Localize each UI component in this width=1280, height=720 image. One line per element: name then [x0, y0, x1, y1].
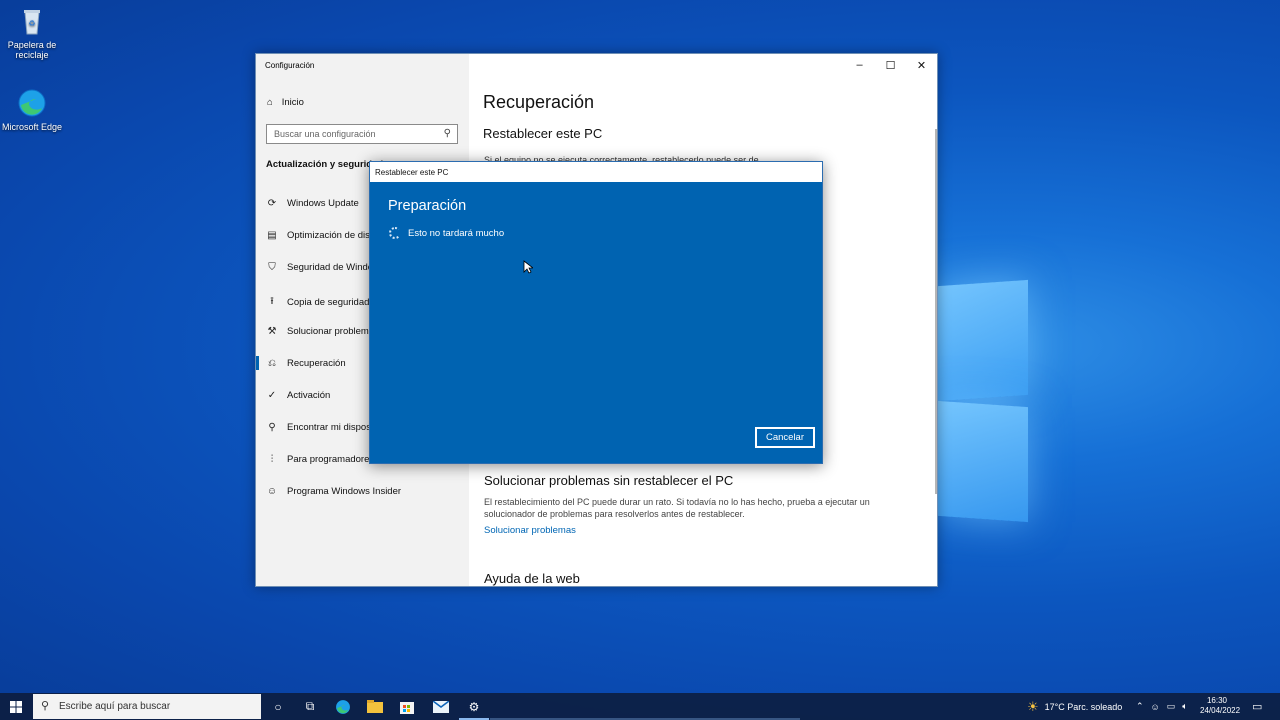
sidebar-item-activation[interactable]: ✓ Activación: [266, 390, 331, 401]
sidebar-item-troubleshoot[interactable]: ⚒ Solucionar problemas: [266, 326, 379, 337]
notification-icon[interactable]: ▭: [1252, 693, 1262, 720]
dialog-title: Restablecer este PC: [370, 162, 822, 182]
people-icon[interactable]: ☺: [1151, 702, 1160, 712]
sidebar-item-label: Activación: [287, 390, 331, 401]
close-icon[interactable]: ✕: [906, 54, 937, 76]
sync-icon: ⟳: [267, 198, 277, 209]
clock-time: 16:30: [1206, 696, 1228, 705]
sidebar-item-label: Programa Windows Insider: [287, 486, 402, 497]
sidebar-item-developers[interactable]: ⫶ Para programadores: [266, 454, 374, 465]
mouse-cursor-icon: [523, 260, 533, 274]
desktop-icon-label: Microsoft Edge: [1, 122, 63, 132]
sidebar-item-backup[interactable]: ⭱ Copia de seguridad: [266, 294, 369, 311]
search-icon: ⚲: [443, 128, 451, 139]
sidebar-item-label: Para programadores: [287, 454, 375, 465]
network-icon[interactable]: ▭: [1167, 701, 1176, 712]
active-indicator: [256, 356, 259, 370]
file-explorer-icon[interactable]: [360, 693, 390, 720]
windows-logo-icon: [10, 700, 22, 713]
task-view-icon[interactable]: ⧉: [295, 693, 325, 720]
page-title: Recuperación: [483, 92, 595, 112]
start-button[interactable]: [0, 693, 32, 720]
taskbar-search-input[interactable]: ⚲ Escribe aquí para buscar: [33, 694, 261, 719]
dialog-message: Esto no tardará mucho: [408, 228, 505, 239]
sidebar-item-label: Recuperación: [287, 358, 346, 369]
recycle-bin-icon: ♻: [17, 6, 47, 36]
section-heading: Actualización y seguridad: [266, 159, 384, 170]
desktop-icon-recycle-bin[interactable]: ♻ Papelera de reciclaje: [0, 6, 64, 60]
reset-pc-heading: Restablecer este PC: [483, 126, 603, 141]
clock[interactable]: 16:30 24/04/2022: [1200, 696, 1241, 716]
delivery-icon: ▤: [267, 230, 277, 241]
troubleshoot-link[interactable]: Solucionar problemas: [484, 525, 576, 536]
sidebar-item-label: Copia de seguridad: [287, 297, 370, 308]
desktop-icon-label: Papelera de reciclaje: [7, 40, 57, 60]
home-icon: ⌂: [267, 97, 273, 108]
sliders-icon: ⫶: [270, 454, 274, 465]
reset-pc-dialog: Restablecer este PC Preparación Esto no …: [369, 161, 823, 464]
search-placeholder: Buscar una configuración: [274, 129, 376, 139]
window-title: Configuración: [265, 61, 315, 70]
sidebar-item-label: Windows Update: [287, 198, 359, 209]
mail-icon[interactable]: [426, 693, 456, 720]
loading-spinner-icon: [389, 227, 401, 239]
minimize-icon[interactable]: –: [844, 54, 875, 76]
edge-taskbar-icon[interactable]: [328, 693, 358, 720]
store-icon[interactable]: [392, 693, 422, 720]
web-help-heading: Ayuda de la web: [484, 571, 580, 586]
dialog-heading: Preparación: [388, 198, 467, 214]
svg-text:♻: ♻: [28, 19, 35, 28]
scrollbar[interactable]: [935, 129, 937, 494]
edge-icon: [17, 88, 47, 118]
volume-icon[interactable]: 🔈︎: [1182, 701, 1187, 712]
weather-sun-icon: ☀: [1027, 698, 1039, 714]
wrench-icon: ⚒: [267, 326, 277, 337]
chevron-up-icon[interactable]: ⌃: [1136, 701, 1144, 712]
search-icon: ⚲: [41, 700, 50, 712]
weather-text: 17°C Parc. soleado: [1044, 701, 1123, 712]
clock-date: 24/04/2022: [1200, 706, 1241, 715]
cancel-button[interactable]: Cancelar: [755, 427, 815, 448]
weather-widget[interactable]: ☀ 17°C Parc. soleado: [1027, 693, 1122, 720]
sidebar-item-recovery[interactable]: ⎌ Recuperación: [266, 358, 346, 369]
person-pin-icon: ⚲: [268, 422, 276, 433]
wallpaper-logo-bottom: [938, 400, 1028, 523]
window-controls: – ☐ ✕: [844, 54, 937, 76]
insider-icon: ☺: [266, 486, 278, 497]
sidebar-item-windows-update[interactable]: ⟳ Windows Update: [266, 198, 359, 209]
settings-gear-icon[interactable]: ⚙: [459, 693, 489, 720]
maximize-icon[interactable]: ☐: [875, 54, 906, 76]
shield-icon: ⛉: [268, 262, 276, 273]
wallpaper-logo-top: [938, 279, 1028, 402]
desktop-icon-edge[interactable]: Microsoft Edge: [0, 88, 64, 132]
cortana-icon[interactable]: ○: [263, 693, 293, 720]
sidebar-item-insider[interactable]: ☺ Programa Windows Insider: [266, 486, 401, 497]
nav-home[interactable]: ⌂ Inicio: [267, 97, 304, 108]
taskbar: ⚲ Escribe aquí para buscar ○ ⧉ ⚙ ☀ 17°C …: [0, 693, 1280, 720]
troubleshoot-heading: Solucionar problemas sin restablecer el …: [484, 473, 734, 488]
tray-icons: ⌃ ☺ ▭ 🔈︎: [1136, 693, 1188, 720]
recovery-icon: ⎌: [268, 358, 276, 369]
troubleshoot-description: El restablecimiento del PC puede durar u…: [484, 497, 870, 519]
settings-search-input[interactable]: Buscar una configuración ⚲: [266, 124, 458, 144]
check-circle-icon: ✓: [267, 390, 277, 401]
sidebar-item-label: Solucionar problemas: [287, 326, 379, 337]
backup-arrow-icon: ⭱: [270, 296, 274, 307]
taskbar-search-placeholder: Escribe aquí para buscar: [59, 701, 171, 712]
sidebar-item-windows-security[interactable]: ⛉ Seguridad de Windows: [266, 262, 384, 273]
nav-home-label: Inicio: [281, 97, 304, 108]
